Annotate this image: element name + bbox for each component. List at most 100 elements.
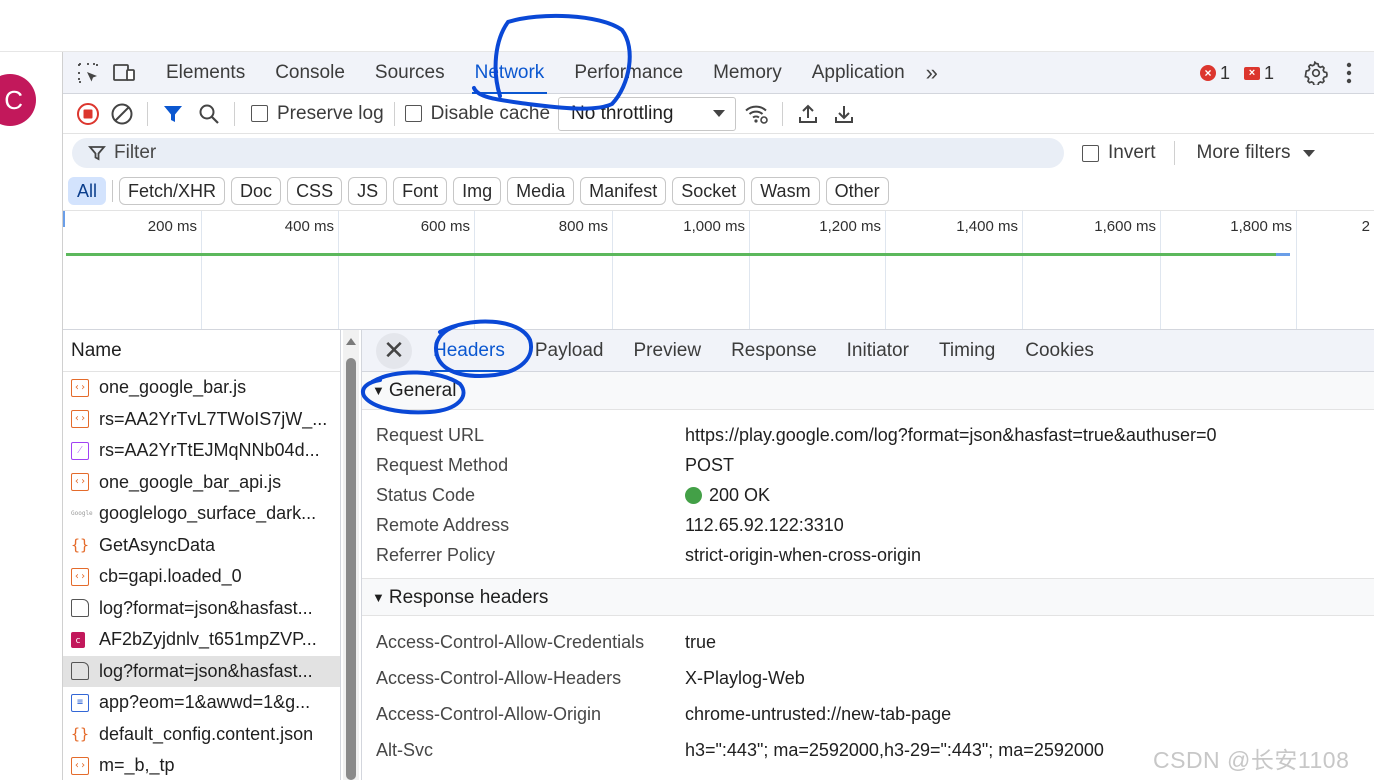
network-conditions-wifi-icon[interactable] — [742, 99, 772, 129]
preserve-log-box[interactable] — [251, 105, 268, 122]
request-row[interactable]: ⁄ rs=AA2YrTtEJMqNNb04d... — [63, 435, 340, 467]
stop-recording-icon[interactable] — [73, 99, 103, 129]
more-tabs-chevron-icon[interactable]: » — [926, 60, 938, 86]
triangle-down-icon: ▼ — [372, 383, 385, 398]
request-row-selected[interactable]: log?format=json&hasfast... — [63, 655, 340, 687]
tab-response[interactable]: Response — [716, 330, 832, 372]
request-row[interactable]: ‹› cb=gapi.loaded_0 — [63, 561, 340, 593]
disable-cache-box[interactable] — [404, 105, 422, 122]
tab-performance[interactable]: Performance — [559, 52, 698, 94]
chip-socket[interactable]: Socket — [672, 177, 746, 205]
name-column-header[interactable]: Name — [63, 330, 340, 372]
request-row[interactable]: ‹› m=_b,_tp — [63, 750, 340, 780]
chip-other[interactable]: Other — [825, 177, 889, 205]
filter-funnel-icon[interactable] — [158, 99, 188, 129]
timeline-tick-label: 1,000 ms — [683, 218, 745, 235]
header-row: Referrer Policy strict-origin-when-cross-… — [376, 544, 922, 565]
chip-manifest[interactable]: Manifest — [580, 177, 667, 205]
tab-timing[interactable]: Timing — [924, 330, 1010, 372]
chip-doc[interactable]: Doc — [231, 177, 282, 205]
inspect-element-icon[interactable] — [75, 60, 101, 86]
filter-input[interactable]: Filter — [72, 138, 1064, 168]
chip-wasm[interactable]: Wasm — [751, 177, 820, 205]
timeline-activity-bar-tail — [1276, 253, 1290, 256]
header-row: Request Method POST — [376, 454, 735, 475]
chevron-down-icon — [713, 110, 726, 117]
request-list-scrollbar[interactable] — [343, 330, 359, 780]
toolbar-divider — [234, 101, 235, 126]
device-toolbar-icon[interactable] — [111, 60, 137, 86]
avatar[interactable]: C — [0, 74, 36, 126]
json-file-icon: {} — [71, 536, 90, 555]
issue-counter[interactable]: × 1 — [1243, 63, 1274, 84]
chip-font[interactable]: Font — [393, 177, 448, 205]
request-row[interactable]: log?format=json&hasfast... — [63, 593, 340, 625]
disable-cache-checkbox[interactable]: Disable cache — [404, 103, 550, 125]
error-count: 1 — [1219, 62, 1230, 83]
timeline-tick-label: 2 — [1361, 218, 1370, 235]
request-row[interactable]: ‹› rs=AA2YrTvL7TWoIS7jW_... — [63, 404, 340, 436]
toolbar-divider — [393, 101, 395, 126]
header-row: Access-Control-Allow-Origin chrome-untrus… — [376, 703, 952, 724]
more-filters-dropdown[interactable]: More filters — [1197, 142, 1315, 164]
import-har-upload-icon[interactable] — [793, 99, 823, 129]
general-section: Request URL https://play.google.com/log?f… — [362, 410, 1374, 578]
export-har-download-icon[interactable] — [829, 99, 859, 129]
document-icon — [71, 599, 89, 618]
header-row: Request URL https://play.google.com/log?f… — [376, 424, 1217, 445]
request-row[interactable]: ‹› one_google_bar_api.js — [63, 467, 340, 499]
request-row[interactable]: ‹› one_google_bar.js — [63, 372, 340, 404]
tab-headers[interactable]: Headers — [418, 330, 520, 372]
timeline-gridline — [474, 211, 475, 329]
js-file-icon: ‹› — [71, 756, 89, 775]
tab-console[interactable]: Console — [260, 52, 360, 94]
throttling-select[interactable]: No throttling — [558, 96, 737, 131]
request-row[interactable]: {} default_config.content.json — [63, 719, 340, 751]
chip-img[interactable]: Img — [453, 177, 502, 205]
request-row[interactable]: c AF2bZyjdnlv_t651mpZVP... — [63, 624, 340, 656]
error-icon: × — [1199, 65, 1216, 81]
css-file-icon: ⁄ — [71, 441, 89, 460]
resource-type-filters: All Fetch/XHR Doc CSS JS Font Img Media … — [63, 174, 1374, 208]
close-details-icon[interactable]: ✕ — [376, 332, 412, 369]
timeline-tick-label: 1,400 ms — [956, 218, 1018, 235]
timeline-gridline — [1022, 211, 1023, 329]
invert-box[interactable] — [1082, 144, 1099, 162]
request-row[interactable]: Google googlelogo_surface_dark... — [63, 498, 340, 530]
document-icon — [71, 662, 89, 681]
chip-fetch-xhr[interactable]: Fetch/XHR — [119, 177, 226, 205]
error-counter[interactable]: × 1 — [1199, 62, 1230, 84]
toolbar-divider — [782, 101, 784, 126]
scrollbar-thumb[interactable] — [346, 358, 356, 780]
chip-js[interactable]: JS — [348, 177, 388, 205]
tab-sources[interactable]: Sources — [360, 52, 460, 94]
doc-file-icon: ≡ — [71, 693, 89, 712]
general-section-header[interactable]: ▼ General — [362, 372, 1374, 410]
preserve-log-checkbox[interactable]: Preserve log — [251, 103, 384, 125]
tab-cookies[interactable]: Cookies — [1010, 330, 1109, 372]
filter-placeholder: Filter — [114, 142, 157, 163]
scroll-up-arrow-icon[interactable] — [346, 338, 356, 345]
timeline-gridline — [885, 211, 886, 329]
response-headers-section-header[interactable]: ▼ Response headers — [362, 578, 1374, 616]
tab-application[interactable]: Application — [797, 52, 920, 94]
request-row[interactable]: ≡ app?eom=1&awwd=1&g... — [63, 687, 340, 719]
search-icon[interactable] — [194, 99, 224, 129]
tab-memory[interactable]: Memory — [698, 52, 797, 94]
tab-initiator[interactable]: Initiator — [832, 330, 924, 372]
network-overview-timeline[interactable]: 200 ms 400 ms 600 ms 800 ms 1,000 ms 1,2… — [63, 210, 1374, 330]
request-row[interactable]: {} GetAsyncData — [63, 530, 340, 562]
chip-all[interactable]: All — [68, 177, 107, 205]
settings-gear-icon[interactable] — [1304, 61, 1328, 85]
tab-payload[interactable]: Payload — [520, 330, 619, 372]
throttling-value: No throttling — [571, 102, 674, 124]
clear-icon[interactable] — [107, 99, 137, 129]
chip-media[interactable]: Media — [507, 177, 575, 205]
tab-preview[interactable]: Preview — [619, 330, 717, 372]
chip-css[interactable]: CSS — [287, 177, 343, 205]
tab-network[interactable]: Network — [460, 52, 560, 94]
tab-elements[interactable]: Elements — [151, 52, 260, 94]
invert-checkbox[interactable]: Invert — [1082, 142, 1156, 164]
timeline-activity-bar — [66, 253, 1276, 256]
kebab-menu-icon[interactable] — [1346, 62, 1352, 84]
